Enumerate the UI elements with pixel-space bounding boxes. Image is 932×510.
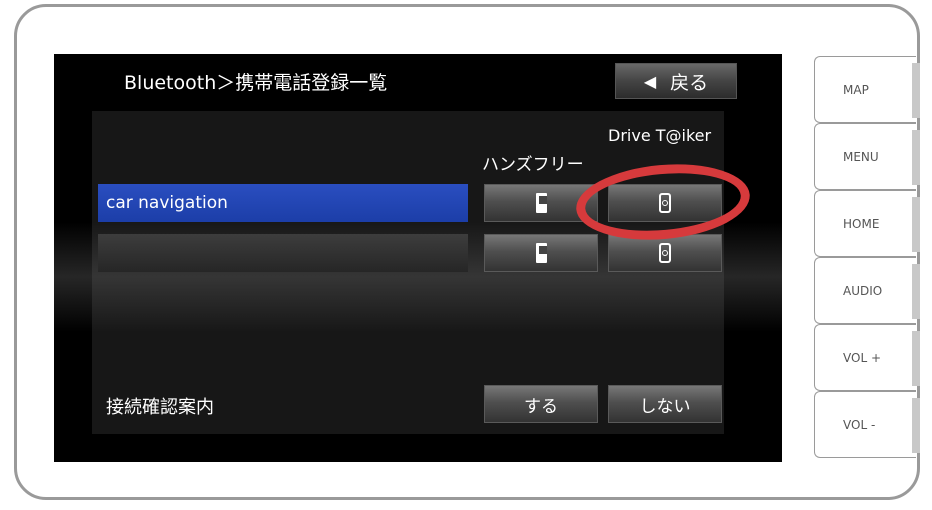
- audio-button-label: AUDIO: [843, 283, 883, 298]
- home-button[interactable]: HOME: [814, 190, 920, 257]
- device-row[interactable]: [98, 234, 468, 272]
- confirm-yes-button[interactable]: する: [484, 385, 598, 423]
- drive-talker-icon: [659, 243, 671, 263]
- confirm-no-button[interactable]: しない: [608, 385, 722, 423]
- volume-down-label: VOL -: [843, 417, 876, 432]
- confirm-no-label: しない: [639, 396, 691, 417]
- audio-button[interactable]: AUDIO: [814, 257, 920, 324]
- handsfree-button[interactable]: [484, 234, 598, 272]
- back-button-label: 戻る: [670, 71, 709, 94]
- volume-up-button[interactable]: VOL +: [814, 324, 920, 391]
- handsfree-column-header: ハンズフリー: [482, 155, 584, 175]
- phone-icon: [535, 243, 547, 263]
- menu-button-label: MENU: [843, 149, 879, 164]
- map-button[interactable]: MAP: [814, 56, 920, 123]
- device-name: car navigation: [106, 193, 228, 213]
- phone-icon: [535, 193, 547, 213]
- drive-talker-button[interactable]: [608, 234, 722, 272]
- hardware-button-column: MAP MENU HOME AUDIO VOL + VOL -: [814, 56, 920, 460]
- page-title: Bluetooth＞携帯電話登録一覧: [124, 72, 388, 94]
- menu-button[interactable]: MENU: [814, 123, 920, 190]
- connection-confirm-label: 接続確認案内: [106, 397, 214, 418]
- device-row-selected[interactable]: car navigation: [98, 184, 468, 222]
- volume-down-button[interactable]: VOL -: [814, 391, 920, 458]
- map-button-label: MAP: [843, 82, 869, 97]
- drive-talker-column-header: Drive T@iker: [608, 126, 712, 145]
- volume-up-label: VOL +: [843, 350, 881, 365]
- navigation-screen: Bluetooth＞携帯電話登録一覧 ◀ 戻る Drive T@iker ハンズ…: [54, 54, 782, 462]
- confirm-yes-label: する: [524, 396, 558, 417]
- home-button-label: HOME: [843, 216, 880, 231]
- back-button[interactable]: ◀ 戻る: [615, 63, 737, 99]
- left-triangle-icon: ◀: [643, 71, 657, 91]
